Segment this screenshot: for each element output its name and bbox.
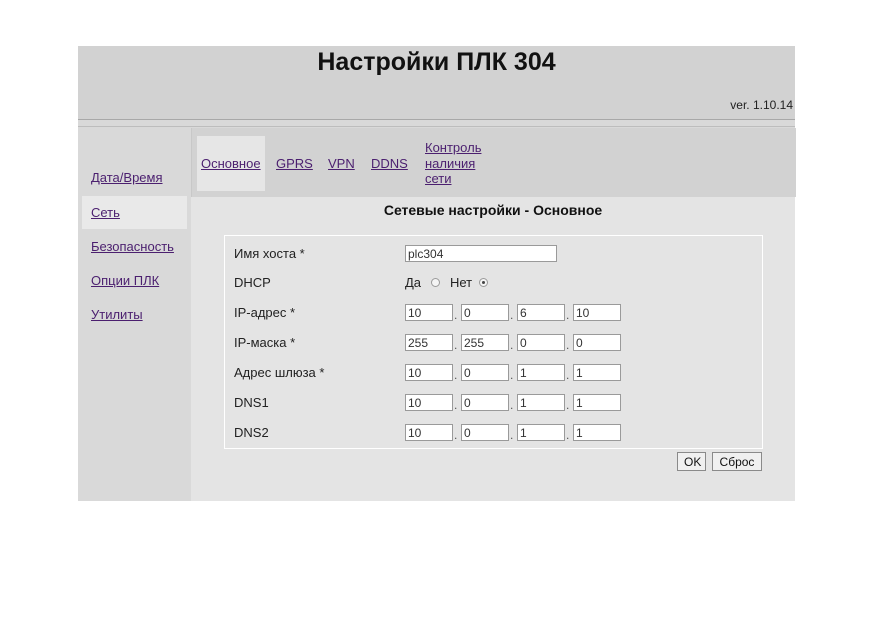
- sidebar-item-plc-options[interactable]: Опции ПЛК: [82, 264, 187, 297]
- dhcp-yes-radio[interactable]: [431, 278, 440, 287]
- dhcp-no-label: Нет: [450, 275, 473, 290]
- dns1-octet-3[interactable]: [517, 394, 565, 411]
- tab-gprs[interactable]: GPRS: [276, 156, 313, 171]
- ok-button[interactable]: OK: [677, 452, 706, 471]
- page-title: Настройки ПЛК 304: [317, 48, 556, 76]
- tab-vpn[interactable]: VPN: [328, 156, 355, 171]
- dns1-separator: .: [566, 398, 570, 412]
- ip-octet-1[interactable]: [405, 304, 453, 321]
- sidebar-item-utilities[interactable]: Утилиты: [82, 298, 187, 331]
- dns1-label: DNS1: [234, 395, 269, 410]
- tab-general[interactable]: Основное: [197, 136, 265, 191]
- sidebar: Дата/Время Сеть Безопасность Опции ПЛК У…: [78, 127, 191, 501]
- dns2-separator: .: [454, 428, 458, 442]
- tab-network-check-line-1: Контроль: [425, 140, 482, 155]
- dns1-separator: .: [454, 398, 458, 412]
- dhcp-no-radio[interactable]: [479, 278, 488, 287]
- dns1-octet-4[interactable]: [573, 394, 621, 411]
- ip-octet-4[interactable]: [573, 304, 621, 321]
- tab-bar: Основное GPRS VPN DDNS Контроль наличия …: [191, 128, 796, 197]
- ip-separator: .: [510, 308, 514, 322]
- dns1-octet-2[interactable]: [461, 394, 509, 411]
- gateway-separator: .: [566, 368, 570, 382]
- ip-separator: .: [566, 308, 570, 322]
- sidebar-item-datetime[interactable]: Дата/Время: [82, 161, 187, 194]
- version-label: ver. 1.10.14: [730, 98, 793, 112]
- sidebar-item-security[interactable]: Безопасность: [82, 230, 187, 263]
- gateway-octet-2[interactable]: [461, 364, 509, 381]
- section-title: Сетевые настройки - Основное: [383, 202, 603, 218]
- tab-network-check-line-3: сети: [425, 171, 452, 186]
- tab-network-check-line-2: наличия: [425, 155, 476, 171]
- ip-octet-3[interactable]: [517, 304, 565, 321]
- mask-octet-1[interactable]: [405, 334, 453, 351]
- ip-label: IP-адрес *: [234, 305, 296, 320]
- dns2-separator: .: [510, 428, 514, 442]
- settings-app: Настройки ПЛК 304 ver. 1.10.14 Дата/Врем…: [78, 46, 796, 501]
- mask-separator: .: [454, 338, 458, 352]
- hostname-label: Имя хоста *: [234, 246, 305, 261]
- gateway-separator: .: [510, 368, 514, 382]
- tab-ddns[interactable]: DDNS: [371, 156, 408, 171]
- dns2-octet-3[interactable]: [517, 424, 565, 441]
- mask-separator: .: [566, 338, 570, 352]
- dns1-separator: .: [510, 398, 514, 412]
- main-content: Основное GPRS VPN DDNS Контроль наличия …: [191, 128, 796, 501]
- dhcp-label: DHCP: [234, 275, 271, 290]
- mask-octet-3[interactable]: [517, 334, 565, 351]
- gateway-octet-1[interactable]: [405, 364, 453, 381]
- dns2-label: DNS2: [234, 425, 269, 440]
- header-divider: [78, 120, 795, 127]
- mask-octet-2[interactable]: [461, 334, 509, 351]
- mask-separator: .: [510, 338, 514, 352]
- gateway-octet-4[interactable]: [573, 364, 621, 381]
- mask-octet-4[interactable]: [573, 334, 621, 351]
- ip-separator: .: [454, 308, 458, 322]
- tab-network-check[interactable]: Контроль наличия сети: [425, 140, 481, 187]
- reset-button[interactable]: Сброс: [712, 452, 762, 471]
- dns2-separator: .: [566, 428, 570, 442]
- hostname-input[interactable]: [405, 245, 557, 262]
- gateway-separator: .: [454, 368, 458, 382]
- sidebar-item-network[interactable]: Сеть: [82, 196, 187, 229]
- dns1-octet-1[interactable]: [405, 394, 453, 411]
- ip-octet-2[interactable]: [461, 304, 509, 321]
- dns2-octet-1[interactable]: [405, 424, 453, 441]
- network-form: Имя хоста * DHCP Да Нет IP-адрес * . . .…: [224, 235, 763, 449]
- page-header: Настройки ПЛК 304 ver. 1.10.14: [78, 46, 795, 120]
- gateway-label: Адрес шлюза *: [234, 365, 325, 380]
- dhcp-yes-label: Да: [405, 275, 422, 290]
- dns2-octet-2[interactable]: [461, 424, 509, 441]
- gateway-octet-3[interactable]: [517, 364, 565, 381]
- mask-label: IP-маска *: [234, 335, 296, 350]
- dns2-octet-4[interactable]: [573, 424, 621, 441]
